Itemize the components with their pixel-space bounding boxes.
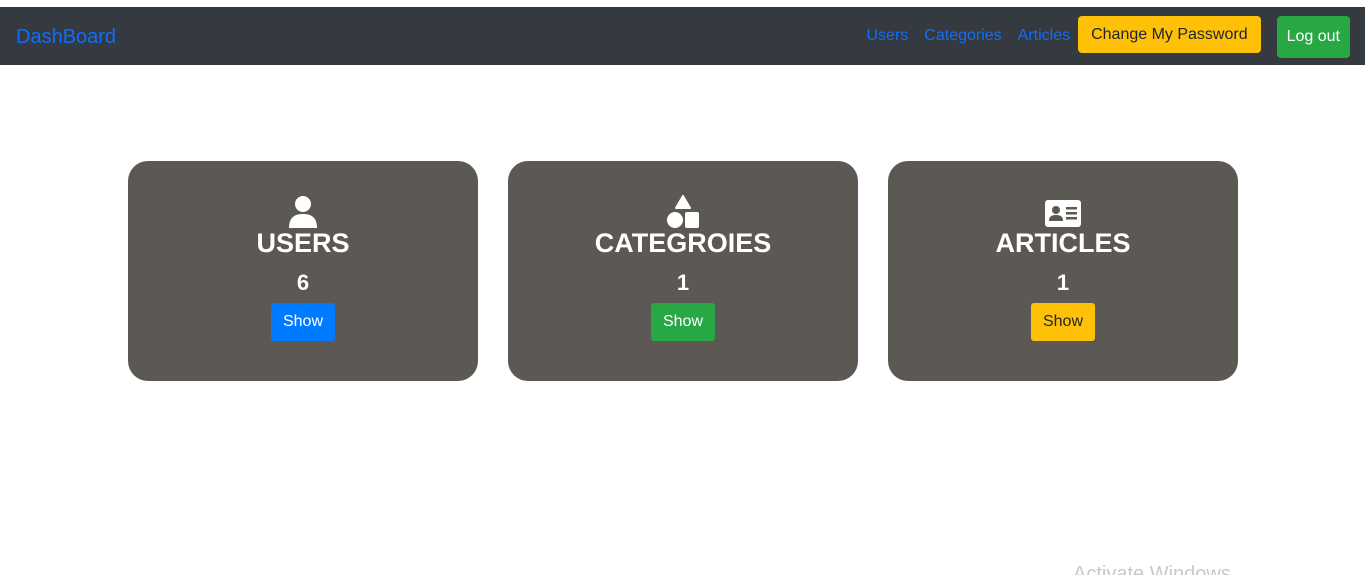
articles-card-count: 1 bbox=[1056, 270, 1070, 295]
nav-link-articles[interactable]: Articles bbox=[1018, 26, 1070, 46]
top-navbar: DashBoard Users Categories Articles Chan… bbox=[0, 7, 1365, 65]
logout-button[interactable]: Log out bbox=[1276, 16, 1350, 58]
user-icon bbox=[128, 195, 478, 229]
users-card-title: USERS bbox=[256, 228, 350, 258]
id-card-icon bbox=[888, 195, 1238, 229]
articles-card: ARTICLES 1 Show bbox=[888, 161, 1238, 381]
activate-windows-watermark: Activate Windows bbox=[1073, 563, 1231, 575]
dashboard-page: DashBoard Users Categories Articles Chan… bbox=[0, 0, 1365, 575]
categories-show-button[interactable]: Show bbox=[651, 303, 715, 341]
articles-show-button[interactable]: Show bbox=[1031, 303, 1095, 341]
nav-links: Users Categories Articles Change My Pass… bbox=[850, 7, 1350, 65]
nav-link-categories[interactable]: Categories bbox=[924, 26, 1001, 46]
change-password-button[interactable]: Change My Password bbox=[1078, 16, 1261, 53]
brand-link[interactable]: DashBoard bbox=[16, 24, 116, 50]
shapes-icon bbox=[508, 195, 858, 229]
categories-card-title: CATEGROIES bbox=[594, 228, 772, 258]
categories-card: CATEGROIES 1 Show bbox=[508, 161, 858, 381]
articles-card-title: ARTICLES bbox=[995, 228, 1131, 258]
categories-card-count: 1 bbox=[676, 270, 690, 295]
nav-link-users[interactable]: Users bbox=[866, 26, 908, 46]
users-card: USERS 6 Show bbox=[128, 161, 478, 381]
users-show-button[interactable]: Show bbox=[271, 303, 335, 341]
users-card-count: 6 bbox=[296, 270, 310, 295]
